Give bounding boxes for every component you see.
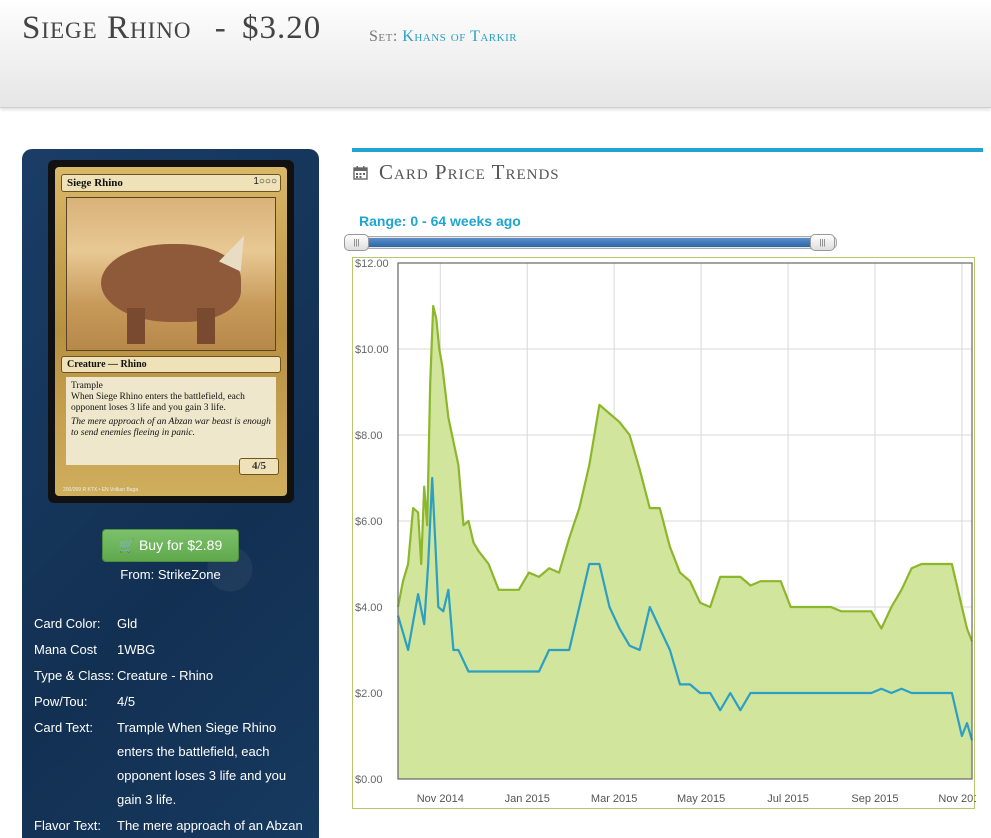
card-image-type: Creature — Rhino xyxy=(61,356,281,373)
price-chart: $0.00 $2.00 $4.00 $6.00 $8.00 $10.00 $12.00 Nov… xyxy=(355,258,976,805)
detail-value: 4/5 xyxy=(117,694,136,709)
detail-label: Card Color: xyxy=(34,616,101,631)
cart-icon: 🛒 xyxy=(118,538,135,553)
card-details: Card Color: Gld Mana Cost 1WBG Type & Cl… xyxy=(34,612,319,838)
x-tick-label: Nov 2014 xyxy=(417,793,464,805)
detail-label: Card Text: xyxy=(34,720,94,735)
y-tick-label: $6.00 xyxy=(355,516,383,528)
detail-value: Gld xyxy=(117,616,138,631)
card-frame: Siege Rhino 1○○○ Creature — Rhino Trampl… xyxy=(55,167,287,496)
detail-row: Flavor Text: The mere approach of an Abz… xyxy=(34,814,319,838)
buy-button-label: Buy for $2.89 xyxy=(138,537,223,553)
detail-label: Flavor Text: xyxy=(34,818,101,833)
detail-value: 1WBG xyxy=(117,642,156,657)
card-image-footer: 200/269 R KTX • EN Volkan Baga xyxy=(63,487,139,493)
range-label: Range: 0 - 64 weeks ago xyxy=(359,213,521,229)
y-tick-label: $10.00 xyxy=(355,344,389,356)
detail-value: The mere approach of an Abzan xyxy=(117,818,303,833)
y-tick-label: $2.00 xyxy=(355,688,383,700)
price-chart-container: $0.00 $2.00 $4.00 $6.00 $8.00 $10.00 $12.00 Nov… xyxy=(352,257,976,809)
x-tick-label: May 2015 xyxy=(677,793,725,805)
y-tick-label: $8.00 xyxy=(355,430,383,442)
range-slider-fill xyxy=(359,238,824,247)
series-area xyxy=(398,306,972,779)
y-tick-label: $0.00 xyxy=(355,774,383,786)
card-image-textbox: Trample When Siege Rhino enters the batt… xyxy=(66,377,276,465)
y-tick-label: $12.00 xyxy=(355,258,389,270)
x-tick-label: Sep 2015 xyxy=(851,793,898,805)
range-slider-handle-left[interactable]: ||| xyxy=(344,234,369,251)
rhino-illustration xyxy=(101,244,241,322)
x-tick-label: Nov 2015 xyxy=(938,793,976,805)
card-image: Siege Rhino 1○○○ Creature — Rhino Trampl… xyxy=(48,160,294,503)
y-tick-label: $4.00 xyxy=(355,602,383,614)
x-tick-label: Jan 2015 xyxy=(505,793,550,805)
x-tick-label: Mar 2015 xyxy=(591,793,637,805)
detail-row: Card Color: Gld xyxy=(34,612,319,636)
card-image-pt: 4/5 xyxy=(239,458,279,475)
detail-row: Mana Cost 1WBG xyxy=(34,638,319,662)
set-label: Set: xyxy=(369,28,398,45)
store-source: From: StrikeZone xyxy=(120,567,221,582)
card-name: Siege Rhino xyxy=(22,10,192,46)
card-art xyxy=(66,197,276,351)
card-info-panel: Siege Rhino 1○○○ Creature — Rhino Trampl… xyxy=(22,149,319,838)
detail-row: Type & Class: Creature - Rhino xyxy=(34,664,319,688)
range-slider-handle-right[interactable]: ||| xyxy=(810,234,835,251)
detail-row: Card Text: Trample When Siege Rhino ente… xyxy=(34,716,319,812)
detail-value: Trample When Siege Rhino enters the batt… xyxy=(117,720,287,807)
title-separator: - xyxy=(214,10,227,46)
card-price: $3.20 xyxy=(241,10,322,46)
card-image-rules: When Siege Rhino enters the battlefield,… xyxy=(71,392,245,413)
buy-button[interactable]: 🛒 Buy for $2.89 xyxy=(102,529,239,562)
trends-accent-bar xyxy=(352,148,983,152)
page-header: Siege Rhino - $3.20 Set: Khans of Tarkir xyxy=(0,0,991,108)
detail-row: Pow/Tou: 4/5 xyxy=(34,690,319,714)
card-image-flavor: The mere approach of an Abzan war beast … xyxy=(71,417,271,438)
set-info: Set: Khans of Tarkir xyxy=(369,28,517,46)
x-tick-label: Jul 2015 xyxy=(767,793,809,805)
rhino-leg xyxy=(197,308,215,344)
detail-label: Mana Cost xyxy=(34,642,97,657)
range-slider[interactable]: ||| ||| xyxy=(344,234,837,251)
card-image-name: Siege Rhino xyxy=(61,174,281,192)
card-image-keyword: Trample xyxy=(71,381,103,391)
card-title: Siege Rhino - $3.20 xyxy=(22,10,321,47)
detail-value: Creature - Rhino xyxy=(117,668,214,683)
detail-label: Pow/Tou: xyxy=(34,694,88,709)
rhino-leg xyxy=(127,308,145,344)
calendar-icon xyxy=(353,166,368,180)
trends-title: Card Price Trends xyxy=(379,160,560,184)
detail-label: Type & Class: xyxy=(34,668,115,683)
card-image-mana: 1○○○ xyxy=(253,176,277,187)
set-link[interactable]: Khans of Tarkir xyxy=(402,28,517,45)
